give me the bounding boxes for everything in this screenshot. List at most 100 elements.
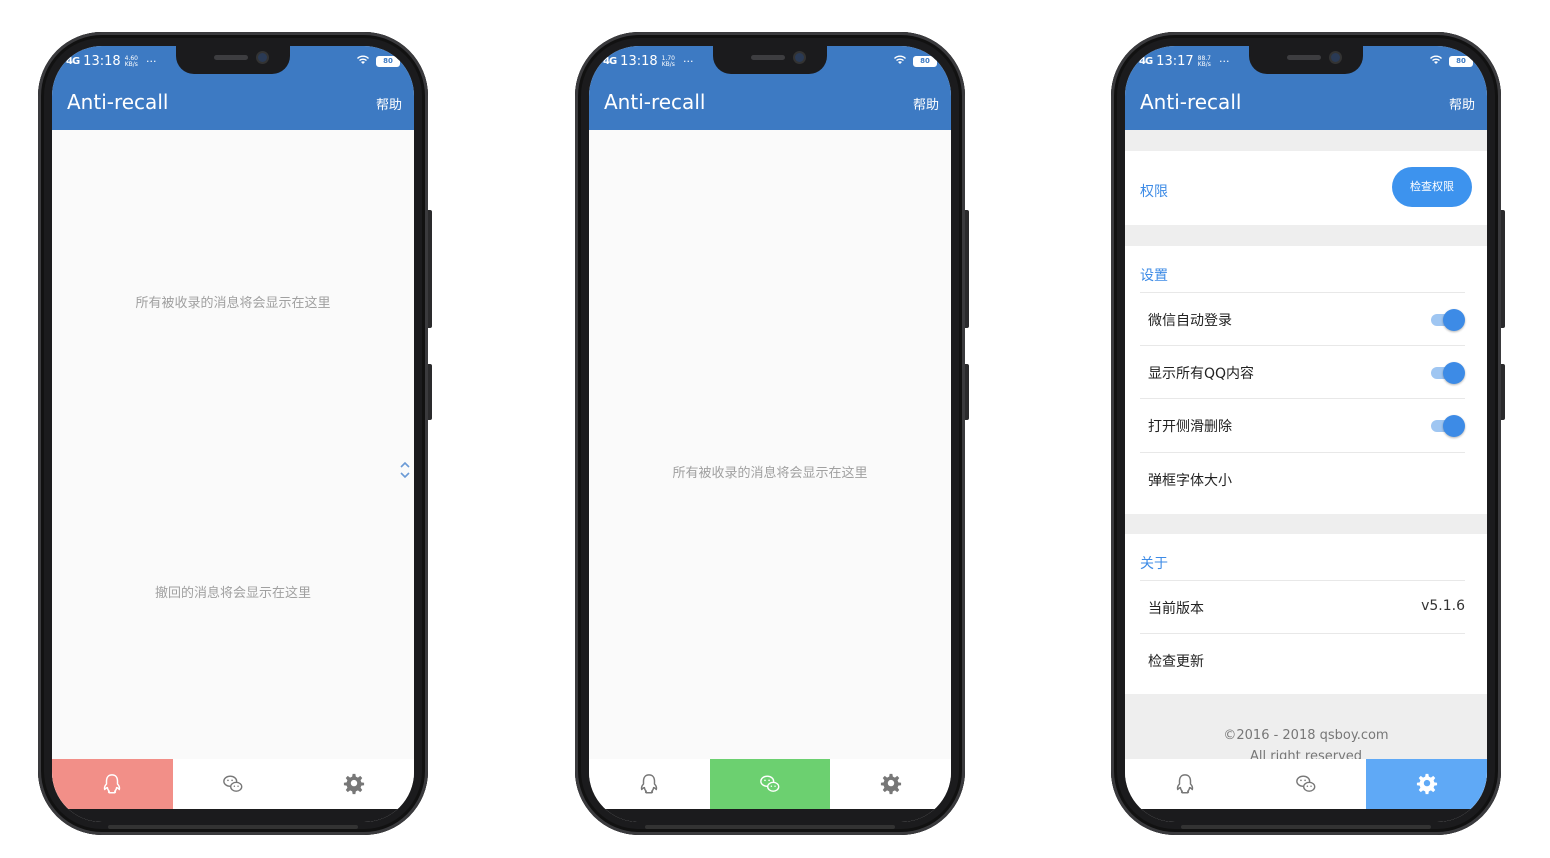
network-speed: 1.70 KB/s — [661, 54, 675, 68]
version-value: v5.1.6 — [1421, 598, 1465, 614]
phone-settings-view: 4G 13:17 88.7 KB/s ··· 80 Anti-recall 帮助… — [1111, 32, 1505, 835]
battery-icon: 80 — [376, 55, 400, 67]
tab-qq[interactable] — [52, 759, 173, 809]
phone-bottom-edge — [1181, 825, 1431, 829]
copyright-text: ©2016 - 2018 qsboy.com — [1223, 728, 1389, 743]
gear-icon — [343, 773, 364, 795]
more-notifications-icon: ··· — [146, 55, 157, 68]
phone-volume-button — [965, 210, 969, 328]
wechat-chat-icon — [223, 775, 243, 792]
help-button[interactable]: 帮助 — [913, 94, 939, 113]
signal-icon: 4G — [603, 56, 617, 67]
wechat-auto-login-toggle[interactable] — [1429, 309, 1465, 331]
gear-icon — [880, 773, 901, 795]
tab-wechat[interactable] — [709, 759, 831, 809]
tab-wechat[interactable] — [1246, 759, 1367, 809]
network-speed: 4.60 KB/s — [124, 54, 138, 68]
phone-screen: 4G 13:18 1.70 KB/s ··· 80 Anti-recall 帮助… — [589, 46, 951, 822]
permission-label: 权限 — [1140, 184, 1168, 200]
more-notifications-icon: ··· — [683, 55, 694, 68]
app-bar: Anti-recall 帮助 — [589, 76, 951, 130]
tab-qq[interactable] — [589, 759, 710, 809]
earpiece-speaker — [214, 55, 248, 60]
split-drag-handle[interactable] — [400, 460, 410, 481]
message-list[interactable]: 所有被收录的消息将会显示在这里 — [589, 130, 951, 759]
phone-screen: 4G 13:17 88.7 KB/s ··· 80 Anti-recall 帮助… — [1125, 46, 1487, 822]
setting-row-wechat-auto-login[interactable]: 微信自动登录 — [1140, 292, 1465, 345]
permission-card: 权限 检查权限 — [1125, 151, 1487, 225]
phone-qq-view: 4G 13:18 4.60 KB/s ··· 80 Anti-recall 帮助… — [38, 32, 432, 835]
tab-settings[interactable] — [830, 759, 951, 809]
wifi-icon — [1429, 54, 1443, 68]
app-bar: Anti-recall 帮助 — [1125, 76, 1487, 130]
settings-section: 设置 微信自动登录 显示所有QQ内容 打开侧滑删除 弹框字体大小 — [1125, 246, 1487, 514]
qq-penguin-icon — [1177, 774, 1194, 794]
qq-penguin-icon — [641, 774, 658, 794]
network-speed: 88.7 KB/s — [1197, 54, 1211, 68]
setting-row-dialog-font-size[interactable]: 弹框字体大小 — [1140, 452, 1465, 505]
gear-icon — [1416, 773, 1437, 795]
screen-bezel-bottom — [589, 809, 951, 822]
about-section: 关于 当前版本 v5.1.6 检查更新 — [1125, 534, 1487, 694]
empty-recorded-hint: 所有被收录的消息将会显示在这里 — [135, 296, 331, 311]
phone-bottom-edge — [108, 825, 358, 829]
app-title: Anti-recall — [1140, 90, 1242, 114]
phone-screen: 4G 13:18 4.60 KB/s ··· 80 Anti-recall 帮助… — [52, 46, 414, 822]
screen-bezel-bottom — [52, 809, 414, 822]
tab-qq[interactable] — [1125, 759, 1246, 809]
bottom-tab-bar — [52, 759, 414, 809]
app-title: Anti-recall — [67, 90, 169, 114]
qq-penguin-icon — [104, 774, 121, 794]
tab-wechat[interactable] — [173, 759, 294, 809]
wifi-icon — [356, 54, 370, 68]
phone-volume-button — [1501, 210, 1505, 328]
settings-section-title: 设置 — [1140, 268, 1168, 284]
earpiece-speaker — [1287, 55, 1321, 60]
show-all-qq-toggle[interactable] — [1429, 362, 1465, 384]
screenshot-stage: 4G 13:18 4.60 KB/s ··· 80 Anti-recall 帮助… — [0, 0, 1550, 858]
status-time: 13:18 — [83, 54, 121, 69]
bottom-tab-bar — [1125, 759, 1487, 809]
phone-power-button — [428, 364, 432, 420]
signal-icon: 4G — [1139, 56, 1153, 67]
phone-notch — [1249, 46, 1363, 74]
about-row-check-update[interactable]: 检查更新 — [1140, 633, 1465, 686]
tab-settings[interactable] — [293, 759, 414, 809]
app-title: Anti-recall — [604, 90, 706, 114]
empty-recalled-hint: 撤回的消息将会显示在这里 — [154, 586, 311, 601]
phone-power-button — [1501, 364, 1505, 420]
phone-power-button — [965, 364, 969, 420]
setting-row-swipe-delete[interactable]: 打开侧滑删除 — [1140, 398, 1465, 451]
battery-icon: 80 — [913, 55, 937, 67]
status-time: 13:17 — [1156, 54, 1194, 69]
phone-notch — [176, 46, 290, 74]
tab-settings[interactable] — [1366, 759, 1487, 809]
screen-bezel-bottom — [1125, 809, 1487, 822]
front-camera — [258, 53, 267, 62]
phone-volume-button — [428, 210, 432, 328]
phone-bottom-edge — [645, 825, 895, 829]
help-button[interactable]: 帮助 — [1449, 94, 1475, 113]
help-button[interactable]: 帮助 — [376, 94, 402, 113]
empty-recorded-hint: 所有被收录的消息将会显示在这里 — [672, 466, 868, 481]
signal-icon: 4G — [66, 56, 80, 67]
setting-row-show-all-qq[interactable]: 显示所有QQ内容 — [1140, 345, 1465, 398]
front-camera — [1331, 53, 1340, 62]
wechat-chat-icon — [760, 775, 780, 792]
wifi-icon — [893, 54, 907, 68]
earpiece-speaker — [751, 55, 785, 60]
app-bar: Anti-recall 帮助 — [52, 76, 414, 130]
about-row-current-version: 当前版本 v5.1.6 — [1140, 580, 1465, 633]
phone-notch — [713, 46, 827, 74]
swipe-delete-toggle[interactable] — [1429, 415, 1465, 437]
battery-icon: 80 — [1449, 55, 1473, 67]
phone-wechat-view: 4G 13:18 1.70 KB/s ··· 80 Anti-recall 帮助… — [575, 32, 969, 835]
about-section-title: 关于 — [1140, 556, 1168, 572]
settings-page[interactable]: 权限 检查权限 设置 微信自动登录 显示所有QQ内容 打开侧滑删除 弹框字体大小… — [1125, 130, 1487, 759]
wechat-chat-icon — [1296, 775, 1316, 792]
message-list[interactable]: 所有被收录的消息将会显示在这里 撤回的消息将会显示在这里 — [52, 130, 414, 759]
check-permission-button[interactable]: 检查权限 — [1392, 167, 1472, 207]
front-camera — [795, 53, 804, 62]
more-notifications-icon: ··· — [1219, 55, 1230, 68]
rights-text: All right reserved — [1249, 749, 1363, 759]
